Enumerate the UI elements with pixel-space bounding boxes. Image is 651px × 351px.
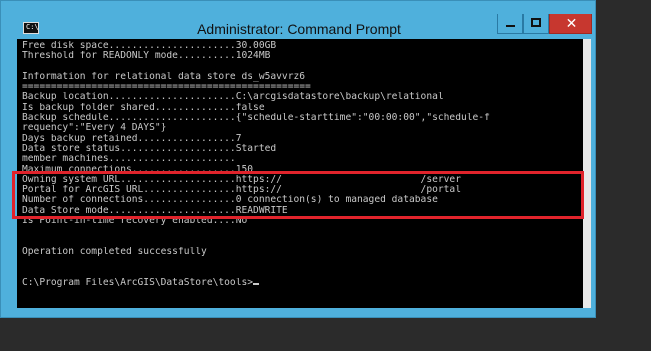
console-lines: Free disk space......................30.… bbox=[22, 41, 574, 288]
maximize-button[interactable] bbox=[523, 14, 549, 34]
command-prompt-window: C:\ Administrator: Command Prompt ✕ Free… bbox=[0, 0, 596, 318]
console-line: Operation completed successfully bbox=[22, 246, 207, 257]
console-line: Free disk space......................30.… bbox=[22, 41, 277, 51]
console-line: Information for relational data store ds… bbox=[22, 71, 306, 82]
console-line: ========================================… bbox=[22, 82, 311, 93]
console-line: requency":"Every 4 DAYS"} bbox=[22, 123, 167, 134]
console-line: Backup schedule......................{"s… bbox=[22, 113, 490, 124]
highlight-annotation-box bbox=[12, 171, 584, 219]
maximize-icon bbox=[531, 18, 541, 27]
console-line: Data store status....................Sta… bbox=[22, 143, 277, 154]
console-line: C:\Program Files\ArcGIS\DataStore\tools> bbox=[22, 278, 574, 288]
close-icon: ✕ bbox=[565, 16, 578, 32]
vertical-scrollbar[interactable] bbox=[583, 39, 591, 308]
console-line: Backup location......................C:\… bbox=[22, 92, 444, 103]
console-line: Days backup retained.................7 bbox=[22, 133, 242, 144]
console-line: member machines...................... bbox=[22, 154, 236, 165]
minimize-icon bbox=[506, 25, 515, 27]
minimize-button[interactable] bbox=[497, 14, 523, 34]
title-bar[interactable]: C:\ Administrator: Command Prompt ✕ bbox=[1, 1, 597, 39]
console-line: Is backup folder shared..............fal… bbox=[22, 102, 265, 113]
text-cursor bbox=[253, 282, 260, 285]
close-button[interactable]: ✕ bbox=[549, 14, 592, 34]
console-line: Threshold for READONLY mode..........102… bbox=[22, 51, 271, 62]
